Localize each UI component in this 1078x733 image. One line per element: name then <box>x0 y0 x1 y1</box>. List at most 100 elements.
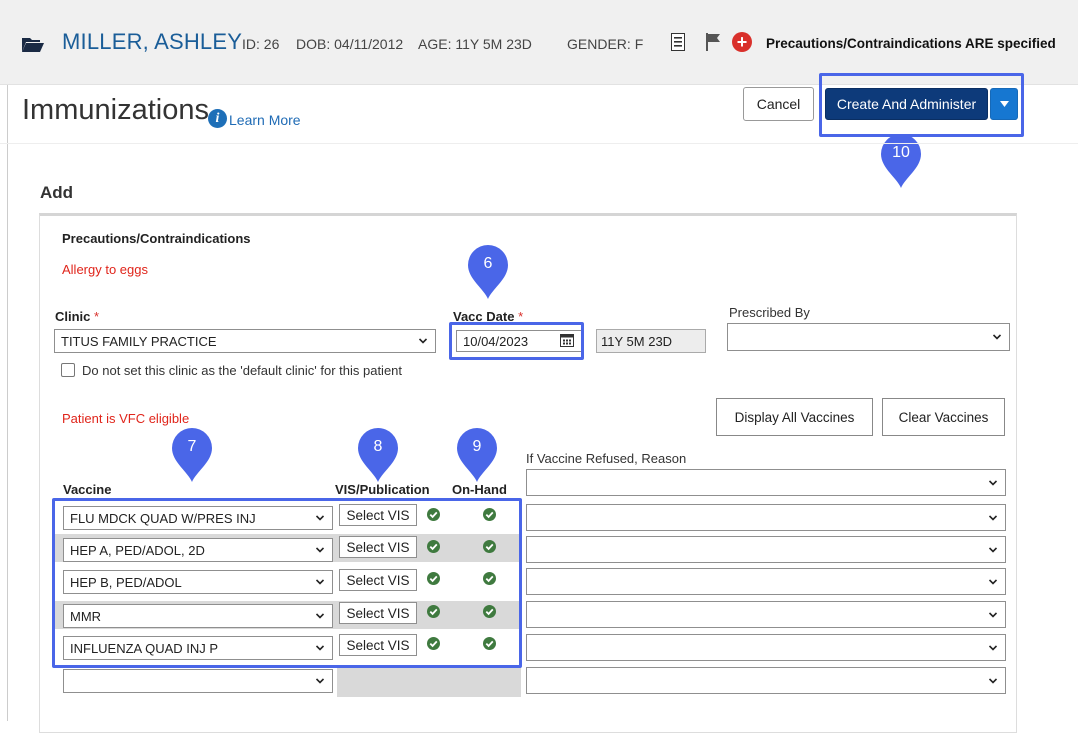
step-marker-8: 8 <box>358 428 398 482</box>
vis-check-icon-4 <box>427 605 440 618</box>
vis-check-icon-1 <box>427 508 440 521</box>
chevron-down-icon <box>316 613 324 619</box>
folder-icon[interactable] <box>22 36 44 52</box>
patient-dob-value: 04/11/2012 <box>334 36 404 52</box>
vaccine-select-5-value: INFLUENZA QUAD INJ P <box>70 640 219 656</box>
patient-gender-value: F <box>634 36 644 52</box>
refused-reason-select-1[interactable] <box>526 504 1006 531</box>
refused-reason-select-4[interactable] <box>526 601 1006 628</box>
patient-name[interactable]: MILLER, ASHLEY <box>62 29 242 55</box>
clinic-select-value: TITUS FAMILY PRACTICE <box>61 333 217 349</box>
vfc-eligible-text: Patient is VFC eligible <box>62 411 190 426</box>
vis-check-icon-2 <box>427 540 440 553</box>
section-title: Add <box>40 183 74 202</box>
on-hand-check-icon-2 <box>483 540 496 553</box>
step-marker-7-label: 7 <box>187 438 197 455</box>
clear-vaccines-button[interactable]: Clear Vaccines <box>882 398 1005 436</box>
page-title: Immunizations <box>22 94 209 126</box>
precautions-title: Precautions/Contraindications <box>62 231 251 246</box>
page-left-border <box>7 0 8 721</box>
select-vis-button-4[interactable]: Select VIS <box>339 602 417 624</box>
prescribed-by-label: Prescribed By <box>729 305 810 320</box>
required-mark: * <box>518 309 524 324</box>
patient-id-value: 26 <box>263 36 280 52</box>
flag-icon[interactable] <box>706 33 722 51</box>
vaccine-select-3[interactable]: HEP B, PED/ADOL <box>63 570 333 594</box>
refused-reason-select-3[interactable] <box>526 568 1006 595</box>
vaccine-select-6[interactable] <box>63 669 333 693</box>
age-display: 11Y 5M 23D <box>596 329 706 353</box>
chevron-down-icon <box>989 479 997 486</box>
create-and-administer-button[interactable]: Create And Administer <box>825 88 988 120</box>
vaccine-select-4-value: MMR <box>70 608 102 624</box>
patient-banner: MILLER, ASHLEY ID: 26 DOB: 04/11/2012 AG… <box>0 0 1078 85</box>
clinic-label-text: Clinic <box>55 309 91 324</box>
allergy-text: Allergy to eggs <box>62 262 148 277</box>
refused-reason-select-5[interactable] <box>526 634 1006 661</box>
patient-dob-label: DOB: <box>296 36 331 52</box>
calendar-icon[interactable] <box>560 333 574 347</box>
patient-id: ID: 26 <box>242 36 279 52</box>
chevron-down-icon <box>316 678 324 684</box>
col-header-refused-reason: If Vaccine Refused, Reason <box>526 451 687 466</box>
select-vis-button-3[interactable]: Select VIS <box>339 569 417 591</box>
refused-reason-select-2[interactable] <box>526 536 1006 563</box>
on-hand-check-icon-1 <box>483 508 496 521</box>
required-mark: * <box>94 309 100 324</box>
cancel-button[interactable]: Cancel <box>743 87 814 121</box>
vaccine-select-2[interactable]: HEP A, PED/ADOL, 2D <box>63 538 333 562</box>
vaccine-select-1-value: FLU MDCK QUAD W/PRES INJ <box>70 510 256 526</box>
step-marker-6: 6 <box>468 245 508 299</box>
step-marker-10-label: 10 <box>892 144 910 161</box>
vaccine-select-4[interactable]: MMR <box>63 604 333 628</box>
chevron-down-icon <box>989 514 997 521</box>
vacc-date-label: Vacc Date * <box>453 309 523 324</box>
clinic-label: Clinic * <box>55 309 99 324</box>
info-icon[interactable]: i <box>208 109 227 128</box>
patient-age-value: 11Y 5M 23D <box>455 36 532 52</box>
select-vis-button-5[interactable]: Select VIS <box>339 634 417 656</box>
vaccine-select-1[interactable]: FLU MDCK QUAD W/PRES INJ <box>63 506 333 530</box>
patient-age: AGE: 11Y 5M 23D <box>418 36 532 52</box>
learn-more-link[interactable]: Learn More <box>229 112 301 128</box>
prescribed-by-select[interactable] <box>727 323 1010 351</box>
select-vis-button-2[interactable]: Select VIS <box>339 536 417 558</box>
patient-age-label: AGE: <box>418 36 452 52</box>
default-clinic-checkbox-label: Do not set this clinic as the 'default c… <box>82 363 403 378</box>
chevron-down-icon <box>989 611 997 618</box>
vacc-date-label-text: Vacc Date <box>453 309 515 324</box>
chevron-down-icon <box>989 677 997 684</box>
col-header-on-hand: On-Hand <box>452 482 507 497</box>
chevron-down-icon <box>989 644 997 651</box>
select-vis-button-1[interactable]: Select VIS <box>339 504 417 526</box>
patient-gender: GENDER: F <box>567 36 643 52</box>
step-marker-9: 9 <box>457 428 497 482</box>
step-marker-7: 7 <box>172 428 212 482</box>
empty-row-vis-area <box>337 667 521 697</box>
document-icon[interactable] <box>671 33 685 51</box>
chevron-down-icon <box>316 645 324 651</box>
default-clinic-checkbox[interactable] <box>61 363 75 377</box>
step-marker-8-label: 8 <box>373 438 383 455</box>
refused-reason-select-6[interactable] <box>526 667 1006 694</box>
chevron-down-icon <box>993 334 1001 340</box>
chevron-down-icon <box>989 578 997 585</box>
on-hand-check-icon-4 <box>483 605 496 618</box>
refused-reason-select-header[interactable] <box>526 469 1006 496</box>
display-all-vaccines-button[interactable]: Display All Vaccines <box>716 398 873 436</box>
vaccine-select-2-value: HEP A, PED/ADOL, 2D <box>70 542 205 558</box>
patient-id-label: ID: <box>242 36 260 52</box>
caret-down-icon <box>999 101 1009 107</box>
step-marker-9-label: 9 <box>472 438 482 455</box>
chevron-down-icon <box>316 547 324 553</box>
clinic-select[interactable]: TITUS FAMILY PRACTICE <box>54 329 436 353</box>
chevron-down-icon <box>316 579 324 585</box>
vaccine-select-5[interactable]: INFLUENZA QUAD INJ P <box>63 636 333 660</box>
precautions-banner: Precautions/Contraindications ARE specif… <box>766 36 1056 51</box>
alert-plus-icon[interactable]: + <box>732 32 752 52</box>
vis-check-icon-5 <box>427 637 440 650</box>
on-hand-check-icon-5 <box>483 637 496 650</box>
patient-dob: DOB: 04/11/2012 <box>296 36 403 52</box>
patient-gender-label: GENDER: <box>567 36 631 52</box>
create-options-dropdown-button[interactable] <box>990 88 1018 120</box>
